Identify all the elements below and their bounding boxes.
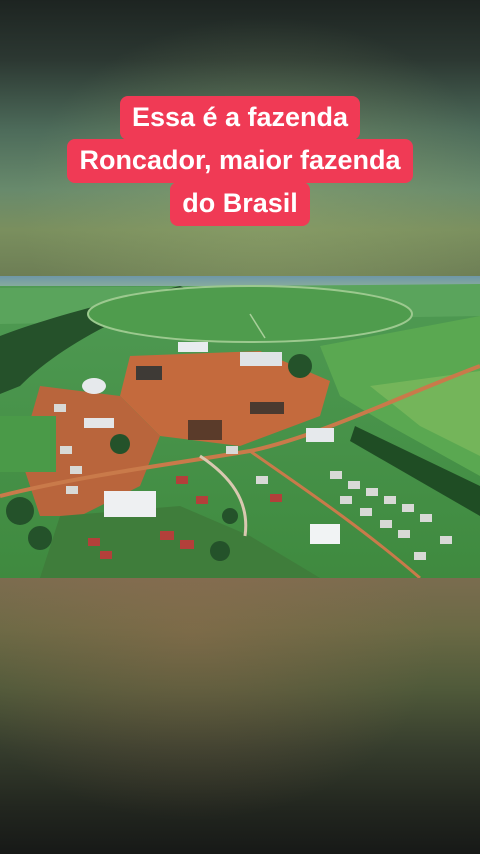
silo [82, 378, 106, 394]
caption: Essa é a fazenda Roncador, maior fazenda… [0, 96, 480, 226]
caption-line-2: Roncador, maior fazenda [67, 139, 413, 183]
grass-patch [0, 416, 56, 472]
blurred-background-bottom [0, 578, 480, 854]
warehouse [104, 491, 156, 517]
shed [136, 366, 162, 380]
shed [306, 428, 334, 442]
shed [250, 402, 284, 414]
aerial-farm-illustration [0, 276, 480, 578]
shed [240, 352, 282, 366]
video-frame: Essa é a fazenda Roncador, maior fazenda… [0, 0, 480, 854]
house [310, 524, 340, 544]
aerial-farm-photo [0, 276, 480, 578]
caption-line-1: Essa é a fazenda [119, 96, 361, 140]
shed [84, 418, 114, 428]
warehouse [188, 420, 222, 440]
shed [178, 342, 208, 352]
caption-line-3: do Brasil [170, 182, 310, 226]
